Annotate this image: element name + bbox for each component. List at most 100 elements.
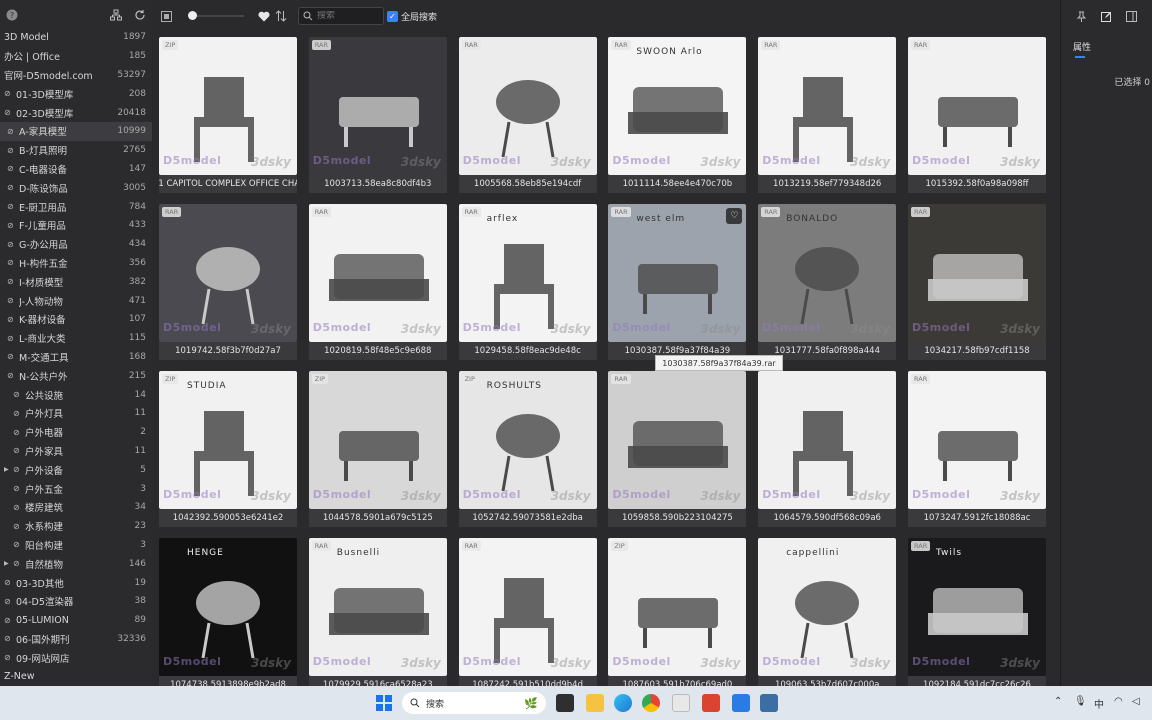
microphone-icon[interactable]: 🎙 [1074, 696, 1087, 707]
sidebar-item[interactable]: ⊘ C-电器设备 147 [0, 160, 152, 179]
sort-icon[interactable] [273, 8, 289, 24]
sidebar-item[interactable]: ⊘ 楼房建筑 34 [0, 498, 152, 517]
asset-card[interactable]: D5model 3dsky 1064579.590df568c09a6 [758, 371, 897, 527]
sidebar-item[interactable]: ⊘ 03-3D其他 19 [0, 573, 152, 592]
sidebar-item[interactable]: ⊘ A-家具模型 10999 [0, 121, 152, 141]
sidebar-item[interactable]: ⊘ 05-LUMION 89 [0, 611, 152, 630]
asset-thumbnail[interactable]: cappellini D5model 3dsky [758, 538, 897, 676]
sidebar-item[interactable]: ⊘ 户外五金 3 [0, 479, 152, 498]
asset-thumbnail[interactable]: RAR D5model 3dsky [608, 371, 747, 509]
sidebar-item[interactable]: ⊘ 户外灯具 11 [0, 404, 152, 423]
asset-card[interactable]: RAR Twils D5model 3dsky 1092184.591dc7cc26c2… [908, 538, 1046, 686]
asset-thumbnail[interactable]: ZIP STUDIA D5model 3dsky [159, 371, 297, 509]
asset-card[interactable]: RAR D5model 3dsky 1015392.58f0a98a098ff [908, 37, 1046, 193]
sidebar-item[interactable]: ⊘ H-构件五金 356 [0, 254, 152, 273]
asset-thumbnail[interactable]: ZIP D5model 3dsky [159, 37, 297, 175]
asset-card[interactable]: HENGE D5model 3dsky 1074738.5913898e9b2ad8 [159, 538, 297, 686]
global-search-checkbox[interactable]: ✓ 全局搜索 [387, 10, 437, 23]
refresh-icon[interactable] [132, 7, 148, 23]
sidebar-item[interactable]: 办公 | Office 185 [0, 47, 152, 66]
asset-card[interactable]: ZIP ROSHULTS D5model 3dsky 1052742.59073581e… [458, 371, 597, 527]
app-icon-blue[interactable] [732, 694, 750, 712]
asset-card[interactable]: RAR D5model 3dsky 1013219.58ef779348d26 [758, 37, 897, 193]
asset-thumbnail[interactable]: RAR D5model 3dsky [308, 37, 447, 175]
file-explorer-icon[interactable] [586, 694, 604, 712]
asset-card[interactable]: RAR SWOON Arlo D5model 3dsky 1011114.58ee4e4… [608, 37, 747, 193]
sidebar-item[interactable]: ⊘ D-陈设饰品 3005 [0, 178, 152, 197]
sidebar-item[interactable]: ⊘ 01-3D模型库 208 [0, 84, 152, 103]
sidebar-item[interactable]: ⊘ 公共设施 14 [0, 385, 152, 404]
sidebar-item[interactable]: ⊘ L-商业大类 115 [0, 329, 152, 348]
asset-thumbnail[interactable]: ZIP ROSHULTS D5model 3dsky [458, 371, 597, 509]
favorite-heart-icon[interactable]: ♡ [726, 208, 743, 224]
asset-card[interactable]: ZIP D5model 3dsky 1044578.5901a679c5125 [308, 371, 447, 527]
asset-thumbnail[interactable]: RAR SWOON Arlo D5model 3dsky [608, 37, 747, 175]
asset-thumbnail[interactable]: D5model 3dsky [758, 371, 897, 509]
sidebar-item[interactable]: ⊘ 09-网站网店 [0, 648, 152, 667]
asset-thumbnail[interactable]: RAR BONALDO D5model 3dsky [758, 204, 897, 342]
asset-card[interactable]: RAR D5model 3dsky 1003713.58ea8c80df4b3 [308, 37, 447, 193]
edge-icon[interactable] [614, 694, 632, 712]
thumbnail-size-slider[interactable] [188, 11, 244, 20]
sidebar-item[interactable]: 官网-D5model.com 53297 [0, 66, 152, 85]
hierarchy-icon[interactable] [108, 7, 124, 23]
asset-thumbnail[interactable]: RAR D5model 3dsky [908, 37, 1046, 175]
sidebar-item[interactable]: ⊘ J-人物动物 471 [0, 291, 152, 310]
asset-card[interactable]: ZIP STUDIA D5model 3dsky 1042392.590053e6241… [159, 371, 297, 527]
heart-icon[interactable] [256, 8, 272, 24]
wifi-icon[interactable]: ◠ [1114, 696, 1123, 707]
asset-thumbnail[interactable]: RAR D5model 3dsky [758, 37, 897, 175]
asset-card[interactable]: RAR D5model 3dsky 1034217.58fb97cdf1158 [908, 204, 1046, 360]
edit-icon[interactable] [1099, 8, 1115, 24]
tray-chevron-icon[interactable]: ⌃ [1054, 696, 1062, 707]
asset-card[interactable]: RAR D5model 3dsky 1020819.58f48e5c9e688 [308, 204, 447, 360]
sidebar-item[interactable]: ⊘ 阳台构建 3 [0, 536, 152, 555]
windows-start-icon[interactable] [376, 695, 392, 711]
asset-thumbnail[interactable]: RAR D5model 3dsky [308, 204, 447, 342]
panel-toggle-icon[interactable] [1124, 8, 1140, 24]
asset-thumbnail[interactable]: RAR D5model 3dsky [908, 371, 1046, 509]
tab-properties[interactable]: 属性 [1073, 40, 1091, 53]
asset-card[interactable]: RAR D5model 3dsky 1087242.591b510dd9b4d [458, 538, 597, 686]
sidebar-item[interactable]: ⊘ 户外电器 2 [0, 423, 152, 442]
document-icon[interactable] [672, 694, 690, 712]
sidebar-item[interactable]: ⊘ F-儿童用品 433 [0, 216, 152, 235]
app-icon-red[interactable] [702, 694, 720, 712]
expand-arrow-icon[interactable]: ▶ [4, 560, 12, 567]
asset-card[interactable]: cappellini D5model 3dsky 109063.53b7d607c00… [758, 538, 897, 686]
asset-card[interactable]: RAR D5model 3dsky 1005568.58eb85e194cdf [458, 37, 597, 193]
sidebar-item[interactable]: ⊘ E-厨卫用品 784 [0, 197, 152, 216]
sidebar-item[interactable]: Z-New [0, 667, 152, 686]
asset-card[interactable]: ZIP D5model 3dsky 051 CAPITOL COMPLEX OFFIC… [159, 37, 297, 193]
asset-thumbnail[interactable]: RAR D5model 3dsky [908, 204, 1046, 342]
chrome-icon[interactable] [642, 694, 660, 712]
sidebar-item[interactable]: ⊘ 户外家具 11 [0, 442, 152, 461]
sidebar-item[interactable]: ⊘ 04-D5渲染器 38 [0, 592, 152, 611]
expand-arrow-icon[interactable]: ▶ [4, 466, 12, 473]
sidebar-item[interactable]: ⊘ G-办公用品 434 [0, 235, 152, 254]
asset-card[interactable]: RAR D5model 3dsky 1059858.590b223104275 [608, 371, 747, 527]
sidebar-item[interactable]: ⊘ N-公共户外 215 [0, 366, 152, 385]
asset-card[interactable]: RAR D5model 3dsky 1019742.58f3b7f0d27a7 [159, 204, 297, 360]
asset-thumbnail[interactable]: RAR D5model 3dsky [458, 37, 597, 175]
sidebar-item[interactable]: ▶ ⊘ 户外设备 5 [0, 460, 152, 479]
sidebar-item[interactable]: ⊘ I-材质模型 382 [0, 272, 152, 291]
asset-thumbnail[interactable]: RAR Twils D5model 3dsky [908, 538, 1046, 676]
layout-icon[interactable] [158, 8, 174, 24]
search-input[interactable] [317, 11, 377, 21]
asset-card[interactable]: RAR arflex D5model 3dsky 1029458.58f8eac9de4… [458, 204, 597, 360]
asset-thumbnail[interactable]: RAR west elm D5model 3dsky ♡ [608, 204, 747, 342]
asset-thumbnail[interactable]: HENGE D5model 3dsky [159, 538, 297, 676]
sidebar-item[interactable]: ⊘ K-器材设备 107 [0, 310, 152, 329]
asset-card[interactable]: ZIP D5model 3dsky 1087603.591b706c69ad0 [608, 538, 747, 686]
pin-icon[interactable] [1074, 8, 1090, 24]
asset-thumbnail[interactable]: ZIP D5model 3dsky [608, 538, 747, 676]
sidebar-item[interactable]: ⊘ 06-国外期刊 32336 [0, 630, 152, 649]
asset-card[interactable]: RAR west elm D5model 3dsky ♡ 1030387.58f9a37f… [608, 204, 747, 360]
sidebar-item[interactable]: ⊘ 水系构建 23 [0, 517, 152, 536]
sidebar-item[interactable]: ⊘ M-交通工具 168 [0, 348, 152, 367]
asset-thumbnail[interactable]: RAR D5model 3dsky [159, 204, 297, 342]
asset-card[interactable]: RAR BONALDO D5model 3dsky 1031777.58fa0f898a… [758, 204, 897, 360]
sidebar-item[interactable]: ⊘ B-灯具照明 2765 [0, 141, 152, 160]
taskbar-search[interactable]: 搜索 🌿 [402, 692, 546, 714]
